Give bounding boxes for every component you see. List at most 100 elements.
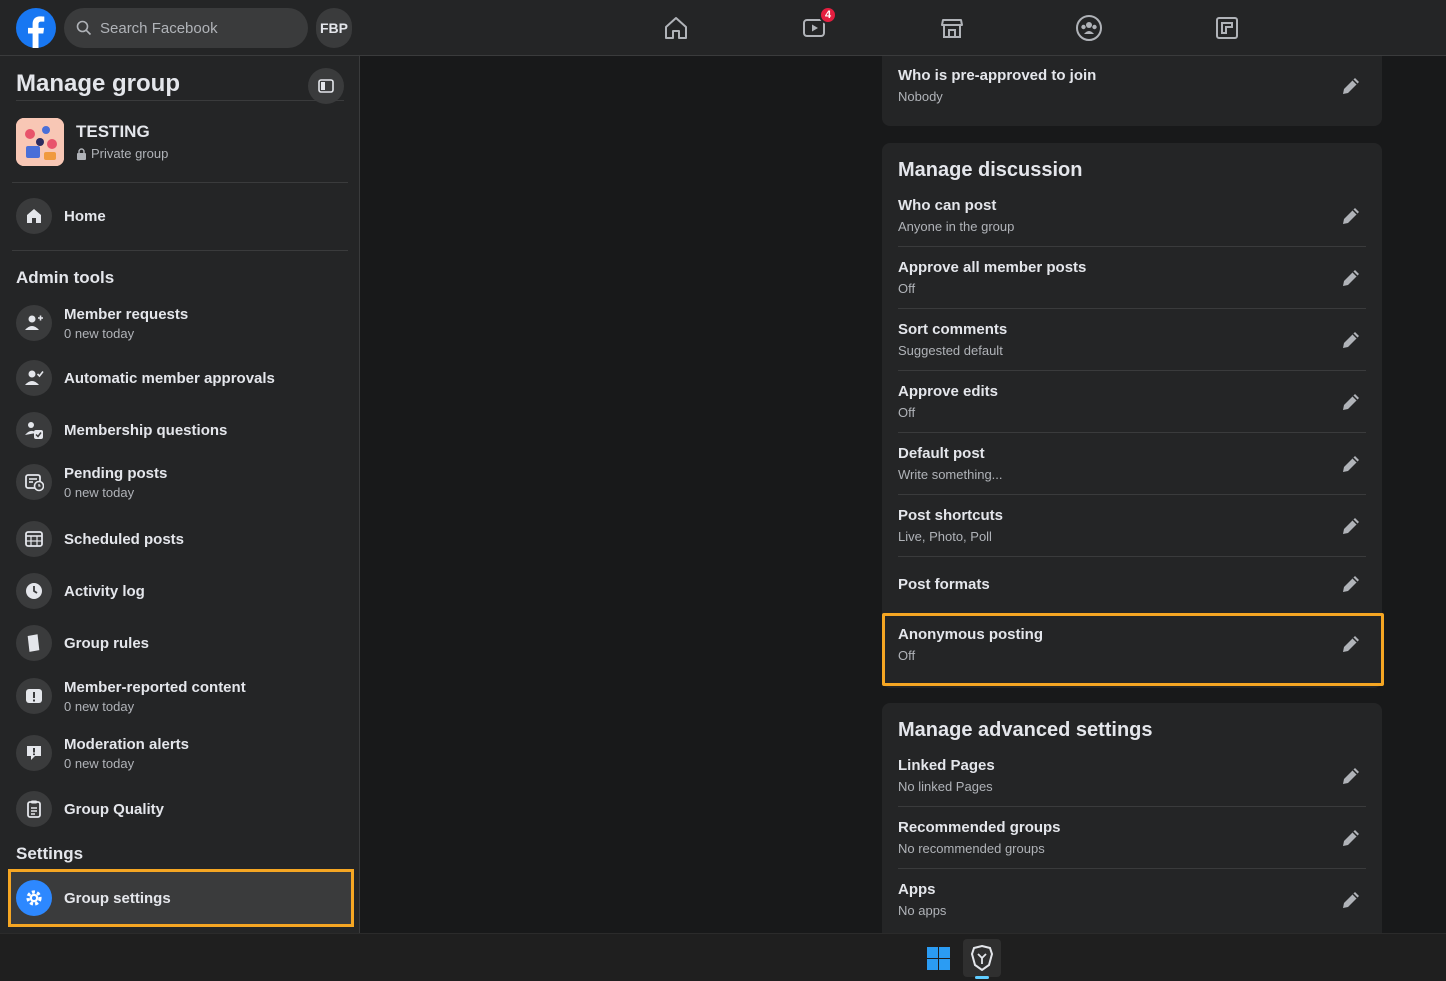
rules-book-icon — [16, 625, 52, 661]
sidebar-item-activity-log[interactable]: Activity log — [8, 565, 348, 617]
sidebar-item-sub: 0 new today — [64, 484, 135, 500]
setting-row-who-can-post[interactable]: Who can post Anyone in the group — [898, 185, 1366, 247]
setting-label: Apps — [898, 881, 936, 898]
sidebar-item-label: Membership questions — [64, 421, 228, 439]
top-navigation-bar: Search Facebook FBP 4 — [0, 0, 1446, 56]
group-privacy-label: Private group — [91, 146, 169, 161]
sidebar-title: Manage group — [16, 70, 181, 97]
sidebar-item-label: Group Quality — [64, 800, 165, 818]
setting-row-linked-pages[interactable]: Linked Pages No linked Pages — [898, 745, 1366, 807]
brave-browser-icon[interactable] — [963, 939, 1001, 977]
setting-row-approve-member-posts[interactable]: Approve all member posts Off — [898, 247, 1366, 309]
facebook-logo-icon[interactable] — [16, 8, 56, 48]
collapse-sidebar-button[interactable] — [308, 68, 344, 104]
sidebar-item-member-reported-content[interactable]: Member-reported content 0 new today — [8, 670, 348, 722]
settings-heading: Settings — [16, 844, 84, 863]
membership-settings-panel: Who is pre-approved to join Nobody — [882, 56, 1382, 126]
edit-pencil-icon[interactable] — [1336, 885, 1366, 915]
setting-value: No linked Pages — [898, 779, 993, 794]
setting-label: Who is pre-approved to join — [898, 67, 1097, 84]
manage-discussion-panel: Manage discussion Who can post Anyone in… — [882, 143, 1382, 688]
setting-row-default-post[interactable]: Default post Write something... — [898, 433, 1366, 495]
setting-value: Suggested default — [898, 343, 1003, 358]
setting-row-post-shortcuts[interactable]: Post shortcuts Live, Photo, Poll — [898, 495, 1366, 557]
edit-pencil-icon[interactable] — [1336, 761, 1366, 791]
sidebar-item-label: Group settings — [64, 889, 171, 907]
sidebar-item-group-settings[interactable]: Group settings — [8, 869, 354, 927]
home-icon[interactable] — [661, 12, 691, 44]
sidebar-item-group-rules[interactable]: Group rules — [8, 617, 348, 669]
edit-pencil-icon[interactable] — [1336, 823, 1366, 853]
edit-pencil-icon[interactable] — [1336, 325, 1366, 355]
sidebar-item-membership-questions[interactable]: Membership questions — [8, 404, 348, 456]
profile-avatar[interactable]: FBP — [316, 8, 352, 48]
home-icon — [16, 198, 52, 234]
membership-questions-icon — [16, 412, 52, 448]
setting-row-post-formats[interactable]: Post formats — [898, 557, 1366, 613]
edit-pencil-icon[interactable] — [1336, 263, 1366, 293]
sidebar-item-label: Automatic member approvals — [64, 369, 275, 387]
windows-taskbar — [0, 933, 1446, 981]
sidebar-item-label: Moderation alerts — [64, 735, 190, 753]
sidebar-item-group-quality[interactable]: Group Quality — [8, 783, 348, 835]
watch-notification-badge: 4 — [819, 6, 837, 24]
sidebar-item-automatic-member-approvals[interactable]: Automatic member approvals — [8, 352, 348, 404]
setting-label: Sort comments — [898, 321, 1008, 338]
sidebar-item-moderation-alerts[interactable]: Moderation alerts 0 new today — [8, 727, 348, 779]
gaming-icon[interactable] — [1212, 12, 1242, 44]
edit-pencil-icon[interactable] — [1336, 201, 1366, 231]
marketplace-icon[interactable] — [937, 12, 967, 44]
gear-icon — [16, 880, 52, 916]
setting-label: Approve edits — [898, 383, 999, 400]
group-cover-thumbnail[interactable] — [16, 118, 64, 166]
sidebar-item-sub: 0 new today — [64, 755, 135, 771]
setting-row-apps[interactable]: Apps No apps — [898, 869, 1366, 931]
sidebar-item-label: Scheduled posts — [64, 530, 185, 548]
setting-label: Post shortcuts — [898, 507, 1004, 524]
sidebar-item-label: Home — [64, 207, 106, 225]
search-input[interactable]: Search Facebook — [64, 8, 308, 48]
setting-value: No apps — [898, 903, 947, 918]
alert-icon — [16, 678, 52, 714]
sidebar-item-label: Activity log — [64, 582, 145, 600]
anonymous-posting-highlight — [882, 613, 1384, 686]
panel-title: Manage discussion — [898, 159, 1083, 181]
setting-value: Live, Photo, Poll — [898, 529, 992, 544]
sidebar-item-home[interactable]: Home — [8, 190, 348, 242]
scheduled-posts-icon — [16, 521, 52, 557]
edit-pencil-icon[interactable] — [1336, 71, 1366, 101]
setting-row-pre-approved[interactable]: Who is pre-approved to join Nobody — [898, 58, 1366, 120]
setting-label: Approve all member posts — [898, 259, 1087, 276]
sidebar-item-member-requests[interactable]: Member requests 0 new today — [8, 297, 348, 349]
windows-start-icon[interactable] — [927, 947, 950, 970]
manage-group-sidebar: Manage group TESTING Private group Home … — [0, 56, 360, 933]
setting-value: Off — [898, 405, 916, 420]
setting-label: Who can post — [898, 197, 997, 214]
watch-icon[interactable]: 4 — [799, 6, 837, 44]
setting-value: Anyone in the group — [898, 219, 1015, 234]
clipboard-icon — [16, 791, 52, 827]
sidebar-item-label: Group rules — [64, 634, 150, 652]
setting-row-recommended-groups[interactable]: Recommended groups No recommended groups — [898, 807, 1366, 869]
sidebar-item-label: Member requests — [64, 305, 189, 323]
group-name[interactable]: TESTING — [76, 122, 150, 142]
groups-icon[interactable] — [1074, 12, 1104, 44]
setting-row-sort-comments[interactable]: Sort comments Suggested default — [898, 309, 1366, 371]
setting-row-approve-edits[interactable]: Approve edits Off — [898, 371, 1366, 433]
search-icon — [76, 20, 92, 36]
edit-pencil-icon[interactable] — [1336, 387, 1366, 417]
moderation-alert-icon — [16, 735, 52, 771]
setting-value: Nobody — [898, 89, 943, 104]
sidebar-item-pending-posts[interactable]: Pending posts 0 new today — [8, 456, 348, 508]
manage-advanced-settings-panel: Manage advanced settings Linked Pages No… — [882, 703, 1382, 933]
edit-pencil-icon[interactable] — [1336, 569, 1366, 599]
edit-pencil-icon[interactable] — [1336, 449, 1366, 479]
member-requests-icon — [16, 305, 52, 341]
sidebar-item-scheduled-posts[interactable]: Scheduled posts — [8, 513, 348, 565]
setting-value: Write something... — [898, 467, 1003, 482]
edit-pencil-icon[interactable] — [1336, 511, 1366, 541]
setting-label: Post formats — [898, 576, 990, 593]
setting-label: Default post — [898, 445, 985, 462]
clock-icon — [16, 573, 52, 609]
setting-label: Linked Pages — [898, 757, 995, 774]
